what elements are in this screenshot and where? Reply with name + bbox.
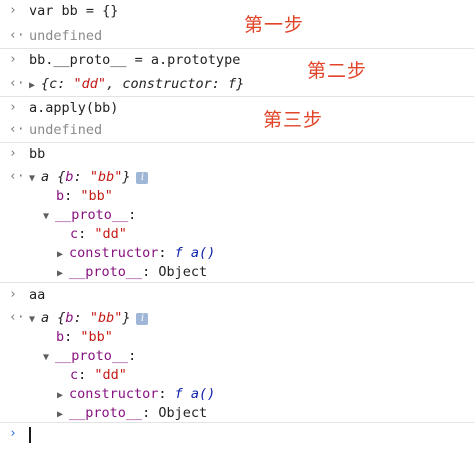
expand-triangle-icon[interactable]: ▶ <box>57 268 69 279</box>
object-preview[interactable]: ▶ {c: "dd", constructor: f} <box>29 76 244 92</box>
proto-row[interactable]: ▶ __proto__: Object <box>57 405 207 421</box>
console-entry-4: › bb ‹· ▼ a {b: "bb"} i b: "bb" ▼ __proto__… <box>0 143 474 283</box>
input-code[interactable]: bb.__proto__ = a.prototype <box>29 52 240 68</box>
collapse-triangle-icon[interactable]: ▼ <box>29 314 41 325</box>
input-code[interactable]: aa <box>29 287 45 303</box>
prompt-icon: › <box>9 3 17 18</box>
result-icon: ‹· <box>9 310 25 325</box>
output-value: undefined <box>29 28 103 44</box>
input-code[interactable]: a.apply(bb) <box>29 100 118 116</box>
constructor-row[interactable]: ▶ constructor: f a() <box>57 386 215 402</box>
step-annotation: 第三步 <box>263 109 324 131</box>
output-value: undefined <box>29 122 103 138</box>
info-icon[interactable]: i <box>136 172 149 184</box>
expand-triangle-icon[interactable]: ▶ <box>57 249 69 260</box>
property-row: b: "bb" <box>56 329 113 345</box>
collapse-triangle-icon[interactable]: ▼ <box>29 173 41 184</box>
step-annotation: 第二步 <box>307 60 368 82</box>
console-entry-2: › bb.__proto__ = a.prototype ‹· ▶ {c: "dd… <box>0 49 474 97</box>
expand-triangle-icon[interactable]: ▶ <box>57 409 69 420</box>
result-icon: ‹· <box>9 169 25 184</box>
input-code[interactable]: var bb = {} <box>29 3 118 19</box>
console-entry-5: › aa ‹· ▼ a {b: "bb"} i b: "bb" ▼ __proto__… <box>0 283 474 423</box>
object-header[interactable]: ▼ a {b: "bb"} i <box>29 169 149 185</box>
result-icon: ‹· <box>9 76 25 91</box>
prompt-icon: › <box>9 287 17 302</box>
proto-row[interactable]: ▼ __proto__: <box>43 207 136 223</box>
collapse-triangle-icon[interactable]: ▼ <box>43 211 55 222</box>
proto-row[interactable]: ▼ __proto__: <box>43 348 136 364</box>
step-annotation: 第一步 <box>244 14 305 36</box>
console-entry-3: › a.apply(bb) ‹· undefined 第三步 <box>0 97 474 143</box>
console-input-cursor[interactable] <box>29 427 31 443</box>
result-icon: ‹· <box>9 28 25 43</box>
collapse-triangle-icon[interactable]: ▼ <box>43 352 55 363</box>
property-row: b: "bb" <box>56 188 113 204</box>
result-icon: ‹· <box>9 122 25 137</box>
prompt-icon: › <box>9 100 17 115</box>
object-header[interactable]: ▼ a {b: "bb"} i <box>29 310 149 326</box>
input-code[interactable]: bb <box>29 146 45 162</box>
prompt-icon: › <box>9 146 17 161</box>
expand-triangle-icon[interactable]: ▶ <box>29 80 41 91</box>
expand-triangle-icon[interactable]: ▶ <box>57 390 69 401</box>
property-row: c: "dd" <box>70 367 127 383</box>
console-entry-1: › var bb = {} ‹· undefined 第一步 <box>0 0 474 49</box>
info-icon[interactable]: i <box>136 313 149 325</box>
active-prompt-icon: › <box>9 426 17 441</box>
constructor-row[interactable]: ▶ constructor: f a() <box>57 245 215 261</box>
property-row: c: "dd" <box>70 226 127 242</box>
devtools-console: › var bb = {} ‹· undefined 第一步 › bb.__pr… <box>0 0 474 450</box>
prompt-icon: › <box>9 52 17 67</box>
proto-row[interactable]: ▶ __proto__: Object <box>57 264 207 280</box>
